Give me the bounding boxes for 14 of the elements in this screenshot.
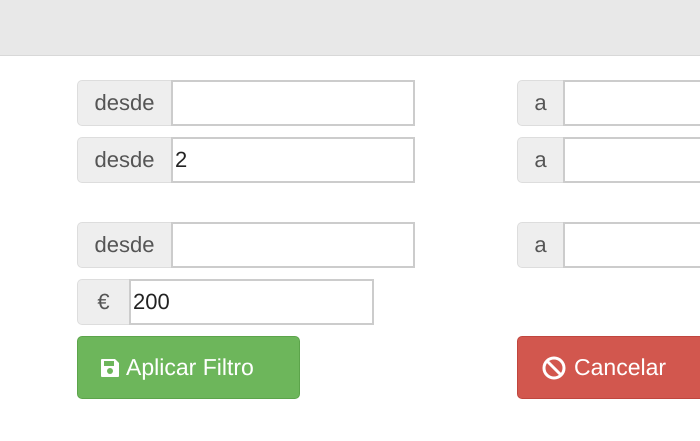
ban-icon [542, 356, 566, 380]
input-field[interactable]: 2 [171, 137, 415, 183]
input-addon: desde [77, 137, 171, 183]
input-field[interactable] [171, 80, 415, 126]
input-addon: € [77, 279, 129, 325]
save-icon [100, 358, 120, 378]
input-addon: desde [77, 80, 171, 126]
input-field[interactable] [171, 222, 415, 268]
input-addon: a [517, 137, 563, 183]
input-addon: a [517, 222, 563, 268]
input-addon: a [517, 80, 563, 126]
input-addon: desde [77, 222, 171, 268]
cancel-button[interactable]: Cancelar [517, 336, 700, 399]
input-field[interactable]: 200 [129, 279, 374, 325]
